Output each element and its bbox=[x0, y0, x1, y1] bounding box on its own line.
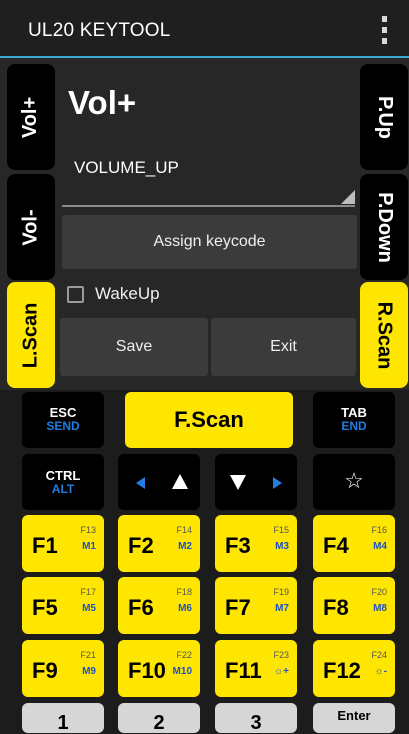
f10-label: F10 bbox=[128, 658, 166, 683]
f6-label: F6 bbox=[128, 595, 154, 620]
tab-label: TAB bbox=[341, 405, 367, 420]
brightness-down-icon: ☼- bbox=[374, 666, 388, 677]
left-arrow-icon bbox=[136, 477, 145, 489]
f4-key[interactable]: F4 F16 M4 bbox=[313, 515, 395, 572]
f9-label: F9 bbox=[32, 658, 58, 683]
wakeup-checkbox[interactable] bbox=[67, 286, 84, 303]
save-button[interactable]: Save bbox=[60, 318, 208, 376]
overflow-menu-icon[interactable] bbox=[381, 16, 387, 44]
esc-label: ESC bbox=[49, 405, 77, 420]
assign-keycode-button[interactable]: Assign keycode bbox=[62, 215, 357, 269]
dropdown-underline bbox=[62, 205, 355, 207]
m1-label: M1 bbox=[82, 541, 96, 552]
f11-key[interactable]: F11 F23 ☼+ bbox=[215, 640, 297, 697]
f7-label: F7 bbox=[225, 595, 251, 620]
p-up-key[interactable]: P.Up bbox=[360, 64, 408, 170]
f16-label: F16 bbox=[371, 525, 387, 535]
app-title: UL20 KEYTOOL bbox=[28, 20, 171, 41]
key-2-label: 2 bbox=[153, 712, 165, 734]
vol-down-key[interactable]: Vol- bbox=[7, 174, 55, 280]
vol-down-label: Vol- bbox=[19, 208, 42, 246]
f13-label: F13 bbox=[80, 525, 96, 535]
f23-label: F23 bbox=[273, 650, 289, 660]
vol-up-key[interactable]: Vol+ bbox=[7, 64, 55, 170]
key-2[interactable]: 2 bbox=[118, 703, 200, 733]
keycode-value: VOLUME_UP bbox=[74, 158, 179, 177]
m9-label: M9 bbox=[82, 666, 96, 677]
enter-key[interactable]: Enter bbox=[313, 703, 395, 733]
wakeup-label: WakeUp bbox=[95, 284, 160, 303]
f4-label: F4 bbox=[323, 533, 349, 558]
r-scan-key[interactable]: R.Scan bbox=[360, 282, 408, 388]
f1-key[interactable]: F1 F13 M1 bbox=[22, 515, 104, 572]
f18-label: F18 bbox=[176, 587, 192, 597]
f10-key[interactable]: F10 F22 M10 bbox=[118, 640, 200, 697]
f20-label: F20 bbox=[371, 587, 387, 597]
send-label: SEND bbox=[46, 419, 80, 433]
down-arrow-icon bbox=[230, 475, 246, 490]
up-arrow-key[interactable] bbox=[118, 454, 200, 510]
alt-label: ALT bbox=[51, 482, 75, 496]
star-key[interactable]: ☆ bbox=[313, 454, 395, 510]
f5-label: F5 bbox=[32, 595, 58, 620]
m5-label: M5 bbox=[82, 603, 96, 614]
f12-key[interactable]: F12 F24 ☼- bbox=[313, 640, 395, 697]
f2-key[interactable]: F2 F14 M2 bbox=[118, 515, 200, 572]
f-scan-label: F.Scan bbox=[174, 407, 244, 432]
down-arrow-key[interactable] bbox=[215, 454, 297, 510]
ctrl-label: CTRL bbox=[45, 468, 81, 483]
dropdown-arrow-icon bbox=[341, 190, 355, 204]
r-scan-label: R.Scan bbox=[373, 301, 396, 369]
vol-up-label: Vol+ bbox=[19, 96, 42, 138]
m10-label: M10 bbox=[172, 666, 192, 677]
key-1-label: 1 bbox=[57, 712, 69, 734]
ctrl-key[interactable]: CTRL ALT bbox=[22, 454, 104, 510]
l-scan-key[interactable]: L.Scan bbox=[7, 282, 55, 388]
m8-label: M8 bbox=[373, 603, 387, 614]
key-3-label: 3 bbox=[250, 712, 262, 734]
f9-key[interactable]: F9 F21 M9 bbox=[22, 640, 104, 697]
right-arrow-icon bbox=[273, 477, 282, 489]
p-up-label: P.Up bbox=[373, 95, 396, 139]
f6-key[interactable]: F6 F18 M6 bbox=[118, 577, 200, 634]
f2-label: F2 bbox=[128, 533, 154, 558]
f8-label: F8 bbox=[323, 595, 349, 620]
f3-label: F3 bbox=[225, 533, 251, 558]
end-label: END bbox=[341, 419, 367, 433]
f17-label: F17 bbox=[80, 587, 96, 597]
f15-label: F15 bbox=[273, 525, 289, 535]
m2-label: M2 bbox=[178, 541, 192, 552]
esc-key[interactable]: ESC SEND bbox=[22, 392, 104, 448]
m4-label: M4 bbox=[373, 541, 387, 552]
f11-label: F11 bbox=[225, 658, 262, 683]
f21-label: F21 bbox=[80, 650, 96, 660]
star-icon: ☆ bbox=[344, 468, 364, 493]
f14-label: F14 bbox=[176, 525, 192, 535]
exit-button[interactable]: Exit bbox=[211, 318, 356, 376]
up-arrow-icon bbox=[172, 474, 188, 489]
f19-label: F19 bbox=[273, 587, 289, 597]
m6-label: M6 bbox=[178, 603, 192, 614]
f5-key[interactable]: F5 F17 M5 bbox=[22, 577, 104, 634]
selected-key-name: Vol+ bbox=[68, 84, 137, 121]
m7-label: M7 bbox=[275, 603, 289, 614]
f8-key[interactable]: F8 F20 M8 bbox=[313, 577, 395, 634]
p-down-label: P.Down bbox=[373, 191, 396, 263]
f22-label: F22 bbox=[176, 650, 192, 660]
f24-label: F24 bbox=[371, 650, 387, 660]
app-bar: UL20 KEYTOOL bbox=[0, 0, 409, 58]
l-scan-label: L.Scan bbox=[19, 302, 42, 368]
f12-label: F12 bbox=[323, 658, 361, 683]
key-1[interactable]: 1 bbox=[22, 703, 104, 733]
p-down-key[interactable]: P.Down bbox=[360, 174, 408, 280]
f-scan-key[interactable]: F.Scan bbox=[125, 392, 293, 448]
m3-label: M3 bbox=[275, 541, 289, 552]
enter-label: Enter bbox=[337, 708, 371, 723]
f3-key[interactable]: F3 F15 M3 bbox=[215, 515, 297, 572]
f7-key[interactable]: F7 F19 M7 bbox=[215, 577, 297, 634]
brightness-up-icon: ☼+ bbox=[273, 666, 289, 677]
f1-label: F1 bbox=[32, 533, 58, 558]
tab-key[interactable]: TAB END bbox=[313, 392, 395, 448]
key-3[interactable]: 3 bbox=[215, 703, 297, 733]
